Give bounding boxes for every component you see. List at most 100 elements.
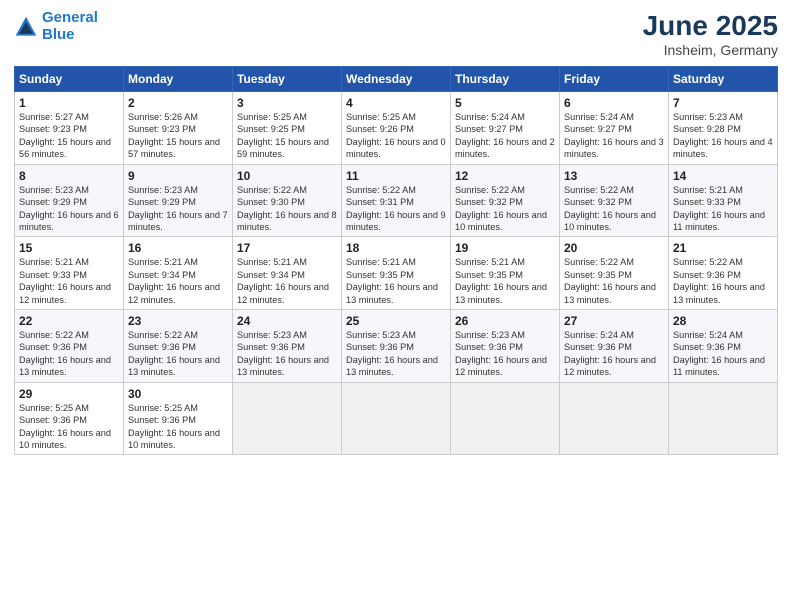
weekday-header-thursday: Thursday <box>451 67 560 92</box>
day-number: 14 <box>673 169 773 183</box>
day-cell: 20Sunrise: 5:22 AMSunset: 9:35 PMDayligh… <box>560 237 669 310</box>
day-info: Sunrise: 5:24 AMSunset: 9:27 PMDaylight:… <box>455 111 555 161</box>
day-info: Sunrise: 5:21 AMSunset: 9:33 PMDaylight:… <box>673 184 773 234</box>
day-cell: 18Sunrise: 5:21 AMSunset: 9:35 PMDayligh… <box>342 237 451 310</box>
day-cell <box>669 382 778 455</box>
day-info: Sunrise: 5:25 AMSunset: 9:26 PMDaylight:… <box>346 111 446 161</box>
day-info: Sunrise: 5:21 AMSunset: 9:34 PMDaylight:… <box>128 256 228 306</box>
day-info: Sunrise: 5:22 AMSunset: 9:32 PMDaylight:… <box>455 184 555 234</box>
weekday-header-monday: Monday <box>124 67 233 92</box>
day-info: Sunrise: 5:23 AMSunset: 9:36 PMDaylight:… <box>346 329 446 379</box>
day-cell: 23Sunrise: 5:22 AMSunset: 9:36 PMDayligh… <box>124 310 233 383</box>
day-info: Sunrise: 5:23 AMSunset: 9:29 PMDaylight:… <box>19 184 119 234</box>
day-cell: 21Sunrise: 5:22 AMSunset: 9:36 PMDayligh… <box>669 237 778 310</box>
week-row-1: 1Sunrise: 5:27 AMSunset: 9:23 PMDaylight… <box>15 92 778 165</box>
day-number: 26 <box>455 314 555 328</box>
day-cell: 24Sunrise: 5:23 AMSunset: 9:36 PMDayligh… <box>233 310 342 383</box>
day-info: Sunrise: 5:21 AMSunset: 9:33 PMDaylight:… <box>19 256 119 306</box>
day-info: Sunrise: 5:25 AMSunset: 9:25 PMDaylight:… <box>237 111 337 161</box>
day-cell: 11Sunrise: 5:22 AMSunset: 9:31 PMDayligh… <box>342 164 451 237</box>
weekday-header-tuesday: Tuesday <box>233 67 342 92</box>
day-number: 29 <box>19 387 119 401</box>
day-info: Sunrise: 5:23 AMSunset: 9:36 PMDaylight:… <box>455 329 555 379</box>
title-block: June 2025 Insheim, Germany <box>643 10 778 58</box>
weekday-header-wednesday: Wednesday <box>342 67 451 92</box>
day-cell: 28Sunrise: 5:24 AMSunset: 9:36 PMDayligh… <box>669 310 778 383</box>
day-info: Sunrise: 5:27 AMSunset: 9:23 PMDaylight:… <box>19 111 119 161</box>
day-info: Sunrise: 5:22 AMSunset: 9:31 PMDaylight:… <box>346 184 446 234</box>
day-number: 23 <box>128 314 228 328</box>
logo-line2: Blue <box>42 26 75 43</box>
day-number: 9 <box>128 169 228 183</box>
day-cell: 19Sunrise: 5:21 AMSunset: 9:35 PMDayligh… <box>451 237 560 310</box>
day-cell: 16Sunrise: 5:21 AMSunset: 9:34 PMDayligh… <box>124 237 233 310</box>
page-container: General Blue June 2025 Insheim, Germany … <box>0 0 792 465</box>
day-cell: 25Sunrise: 5:23 AMSunset: 9:36 PMDayligh… <box>342 310 451 383</box>
day-number: 20 <box>564 241 664 255</box>
logo: General Blue <box>14 10 98 43</box>
day-info: Sunrise: 5:25 AMSunset: 9:36 PMDaylight:… <box>19 402 119 452</box>
week-row-5: 29Sunrise: 5:25 AMSunset: 9:36 PMDayligh… <box>15 382 778 455</box>
day-info: Sunrise: 5:22 AMSunset: 9:32 PMDaylight:… <box>564 184 664 234</box>
weekday-header-saturday: Saturday <box>669 67 778 92</box>
day-cell: 9Sunrise: 5:23 AMSunset: 9:29 PMDaylight… <box>124 164 233 237</box>
day-cell: 29Sunrise: 5:25 AMSunset: 9:36 PMDayligh… <box>15 382 124 455</box>
month-year: June 2025 <box>643 10 778 42</box>
day-number: 3 <box>237 96 337 110</box>
day-info: Sunrise: 5:22 AMSunset: 9:36 PMDaylight:… <box>673 256 773 306</box>
day-cell: 2Sunrise: 5:26 AMSunset: 9:23 PMDaylight… <box>124 92 233 165</box>
day-cell: 10Sunrise: 5:22 AMSunset: 9:30 PMDayligh… <box>233 164 342 237</box>
day-cell: 12Sunrise: 5:22 AMSunset: 9:32 PMDayligh… <box>451 164 560 237</box>
weekday-header-sunday: Sunday <box>15 67 124 92</box>
day-cell: 6Sunrise: 5:24 AMSunset: 9:27 PMDaylight… <box>560 92 669 165</box>
week-row-4: 22Sunrise: 5:22 AMSunset: 9:36 PMDayligh… <box>15 310 778 383</box>
logo-line1: General <box>42 9 98 26</box>
day-cell: 26Sunrise: 5:23 AMSunset: 9:36 PMDayligh… <box>451 310 560 383</box>
day-cell <box>451 382 560 455</box>
day-number: 12 <box>455 169 555 183</box>
logo-icon <box>14 15 38 39</box>
day-cell: 1Sunrise: 5:27 AMSunset: 9:23 PMDaylight… <box>15 92 124 165</box>
day-number: 30 <box>128 387 228 401</box>
day-cell: 7Sunrise: 5:23 AMSunset: 9:28 PMDaylight… <box>669 92 778 165</box>
day-info: Sunrise: 5:21 AMSunset: 9:35 PMDaylight:… <box>455 256 555 306</box>
day-cell: 14Sunrise: 5:21 AMSunset: 9:33 PMDayligh… <box>669 164 778 237</box>
day-number: 17 <box>237 241 337 255</box>
day-info: Sunrise: 5:24 AMSunset: 9:36 PMDaylight:… <box>673 329 773 379</box>
day-info: Sunrise: 5:23 AMSunset: 9:28 PMDaylight:… <box>673 111 773 161</box>
day-number: 19 <box>455 241 555 255</box>
day-number: 7 <box>673 96 773 110</box>
week-row-2: 8Sunrise: 5:23 AMSunset: 9:29 PMDaylight… <box>15 164 778 237</box>
day-info: Sunrise: 5:25 AMSunset: 9:36 PMDaylight:… <box>128 402 228 452</box>
day-number: 15 <box>19 241 119 255</box>
day-info: Sunrise: 5:23 AMSunset: 9:29 PMDaylight:… <box>128 184 228 234</box>
day-number: 5 <box>455 96 555 110</box>
day-number: 2 <box>128 96 228 110</box>
day-number: 21 <box>673 241 773 255</box>
day-number: 8 <box>19 169 119 183</box>
day-number: 4 <box>346 96 446 110</box>
day-cell: 22Sunrise: 5:22 AMSunset: 9:36 PMDayligh… <box>15 310 124 383</box>
location: Insheim, Germany <box>643 42 778 58</box>
day-number: 18 <box>346 241 446 255</box>
day-info: Sunrise: 5:23 AMSunset: 9:36 PMDaylight:… <box>237 329 337 379</box>
day-info: Sunrise: 5:24 AMSunset: 9:36 PMDaylight:… <box>564 329 664 379</box>
day-info: Sunrise: 5:21 AMSunset: 9:35 PMDaylight:… <box>346 256 446 306</box>
day-number: 28 <box>673 314 773 328</box>
day-number: 22 <box>19 314 119 328</box>
day-cell <box>342 382 451 455</box>
day-number: 11 <box>346 169 446 183</box>
header: General Blue June 2025 Insheim, Germany <box>14 10 778 58</box>
weekday-header-friday: Friday <box>560 67 669 92</box>
day-info: Sunrise: 5:22 AMSunset: 9:36 PMDaylight:… <box>128 329 228 379</box>
day-number: 24 <box>237 314 337 328</box>
day-info: Sunrise: 5:24 AMSunset: 9:27 PMDaylight:… <box>564 111 664 161</box>
day-info: Sunrise: 5:22 AMSunset: 9:36 PMDaylight:… <box>19 329 119 379</box>
day-cell: 4Sunrise: 5:25 AMSunset: 9:26 PMDaylight… <box>342 92 451 165</box>
day-info: Sunrise: 5:22 AMSunset: 9:30 PMDaylight:… <box>237 184 337 234</box>
day-cell: 8Sunrise: 5:23 AMSunset: 9:29 PMDaylight… <box>15 164 124 237</box>
day-cell <box>233 382 342 455</box>
calendar: SundayMondayTuesdayWednesdayThursdayFrid… <box>14 66 778 455</box>
day-cell: 5Sunrise: 5:24 AMSunset: 9:27 PMDaylight… <box>451 92 560 165</box>
day-cell: 27Sunrise: 5:24 AMSunset: 9:36 PMDayligh… <box>560 310 669 383</box>
